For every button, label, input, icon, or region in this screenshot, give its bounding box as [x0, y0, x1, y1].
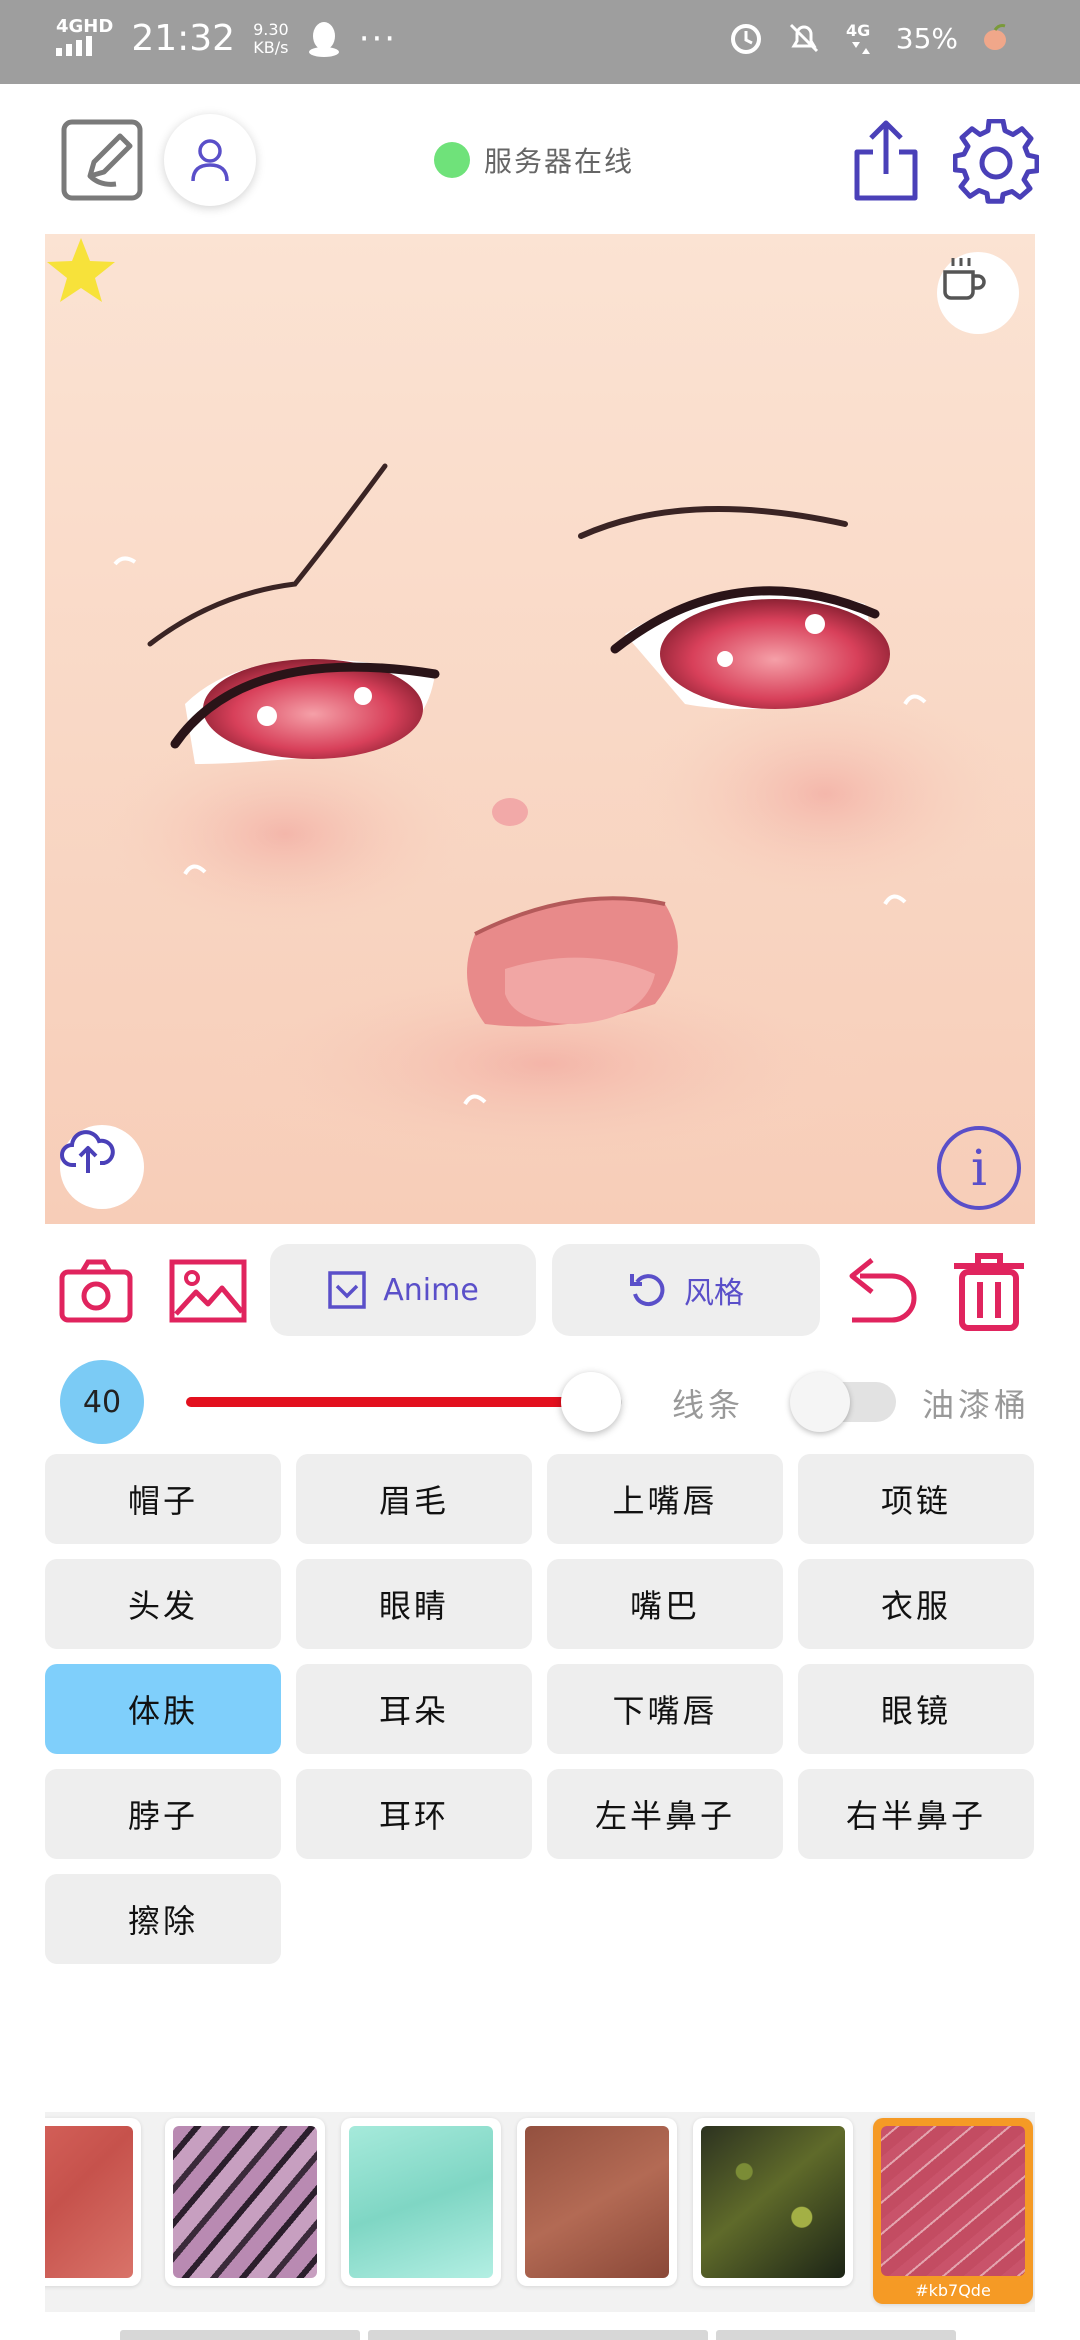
refresh-icon	[630, 1274, 665, 1307]
signal-icon: 4GHD	[56, 18, 113, 60]
part-grid: 帽子 眉毛 上嘴唇 项链头发 眼睛 嘴巴 衣服体肤 耳朵 下嘴唇 眼镜脖子 耳环 左半鼻子 右半鼻子擦除	[45, 1454, 1035, 1964]
upload-icon	[60, 1130, 115, 1173]
texture-preview	[173, 2126, 317, 2278]
texture-swatch[interactable]	[341, 2118, 501, 2286]
share-button[interactable]	[846, 116, 926, 206]
style-button[interactable]: 风格	[552, 1244, 820, 1336]
battery-icon	[984, 24, 1006, 50]
svg-text:4G: 4G	[846, 21, 870, 40]
brush-size-slider[interactable]	[186, 1397, 622, 1407]
texture-swatch[interactable]	[45, 2118, 141, 2286]
4g-icon: 4G	[846, 21, 870, 54]
server-status-text: 服务器在线	[484, 145, 635, 178]
part-button[interactable]: 嘴巴	[547, 1559, 783, 1649]
undo-icon[interactable]	[842, 1254, 920, 1328]
upload-button[interactable]	[60, 1125, 144, 1209]
slider-fill	[186, 1397, 592, 1407]
net-speed-unit: KB/s	[253, 38, 289, 57]
bucket-toggle[interactable]	[790, 1372, 898, 1432]
coffee-button[interactable]	[937, 252, 1019, 334]
part-button[interactable]: 头发	[45, 1559, 281, 1649]
part-button[interactable]: 眼镜	[798, 1664, 1034, 1754]
anime-model-button[interactable]: Anime	[270, 1244, 536, 1336]
scroll-segment	[368, 2330, 708, 2340]
status-bar: 4GHD 21:32 9.30 KB/s ··· 4G 35%	[0, 0, 1080, 84]
draw-mode-button[interactable]	[60, 116, 146, 202]
toggle-knob	[790, 1372, 850, 1432]
anime-model-label: Anime	[383, 1272, 479, 1308]
status-right: 4G 35%	[728, 20, 1010, 56]
part-button[interactable]: 擦除	[45, 1874, 281, 1964]
texture-swatch[interactable]	[517, 2118, 677, 2286]
texture-code: #kb7Qde	[915, 2281, 991, 2300]
action-row: Anime 风格	[0, 1244, 1080, 1336]
part-button[interactable]: 耳环	[296, 1769, 532, 1859]
star-icon[interactable]	[45, 234, 117, 306]
texture-preview	[525, 2126, 669, 2278]
part-button[interactable]: 下嘴唇	[547, 1664, 783, 1754]
part-button[interactable]: 左半鼻子	[547, 1769, 783, 1859]
mute-icon	[789, 23, 818, 53]
info-button[interactable]: i	[937, 1126, 1021, 1210]
part-button[interactable]: 眼睛	[296, 1559, 532, 1649]
server-status: 服务器在线	[434, 140, 634, 180]
status-left: 4GHD 21:32 9.30 KB/s ···	[56, 18, 397, 60]
alarm-icon	[730, 24, 761, 54]
texture-preview	[881, 2126, 1025, 2276]
brush-controls: 40 线条 油漆桶	[0, 1360, 1080, 1444]
part-button[interactable]: 体肤	[45, 1664, 281, 1754]
top-toolbar: 服务器在线	[0, 84, 1080, 234]
part-button[interactable]: 右半鼻子	[798, 1769, 1034, 1859]
line-mode-label: 线条	[672, 1386, 745, 1424]
part-button[interactable]: 耳朵	[296, 1664, 532, 1754]
info-icon: i	[971, 1139, 987, 1197]
drawing-canvas[interactable]: i	[45, 234, 1035, 1224]
user-icon	[191, 139, 229, 182]
settings-button[interactable]	[950, 116, 1042, 208]
texture-swatch[interactable]	[165, 2118, 325, 2286]
part-button[interactable]: 衣服	[798, 1559, 1034, 1649]
gear-icon	[953, 119, 1039, 204]
face-drawing	[45, 234, 1035, 1224]
scroll-indicator	[120, 2330, 956, 2340]
texture-preview	[45, 2126, 133, 2278]
net-speed-value: 9.30	[253, 20, 289, 39]
texture-swatch[interactable]	[693, 2118, 853, 2286]
part-button[interactable]: 项链	[798, 1454, 1034, 1544]
texture-strip: #kb7Qde	[45, 2112, 1035, 2312]
camera-icon[interactable]	[58, 1258, 134, 1324]
server-status-indicator	[434, 142, 470, 178]
net-speed: 9.30 KB/s	[253, 21, 289, 57]
scroll-segment	[716, 2330, 956, 2340]
trash-icon[interactable]	[950, 1250, 1028, 1332]
slider-thumb[interactable]	[561, 1372, 622, 1432]
part-button[interactable]: 上嘴唇	[547, 1454, 783, 1544]
coffee-icon	[943, 258, 986, 300]
bucket-mode-label: 油漆桶	[922, 1386, 1031, 1424]
draw-icon	[61, 119, 143, 201]
part-button[interactable]: 脖子	[45, 1769, 281, 1859]
texture-swatch-selected[interactable]: #kb7Qde	[873, 2118, 1033, 2304]
clock: 21:32	[131, 18, 236, 59]
style-label: 风格	[684, 1276, 744, 1311]
part-button[interactable]: 眉毛	[296, 1454, 532, 1544]
checkbox-icon	[328, 1271, 366, 1309]
battery-level: 35%	[895, 21, 958, 55]
share-icon	[854, 120, 918, 201]
brush-size-badge: 40	[60, 1360, 144, 1444]
user-button[interactable]	[164, 114, 256, 206]
more-notifications: ···	[358, 19, 398, 59]
network-type: 4GHD	[56, 16, 114, 37]
part-button[interactable]: 帽子	[45, 1454, 281, 1544]
scroll-segment	[120, 2330, 360, 2340]
texture-preview	[349, 2126, 493, 2278]
image-icon[interactable]	[168, 1258, 248, 1324]
qq-icon	[308, 22, 339, 57]
texture-preview	[701, 2126, 845, 2278]
